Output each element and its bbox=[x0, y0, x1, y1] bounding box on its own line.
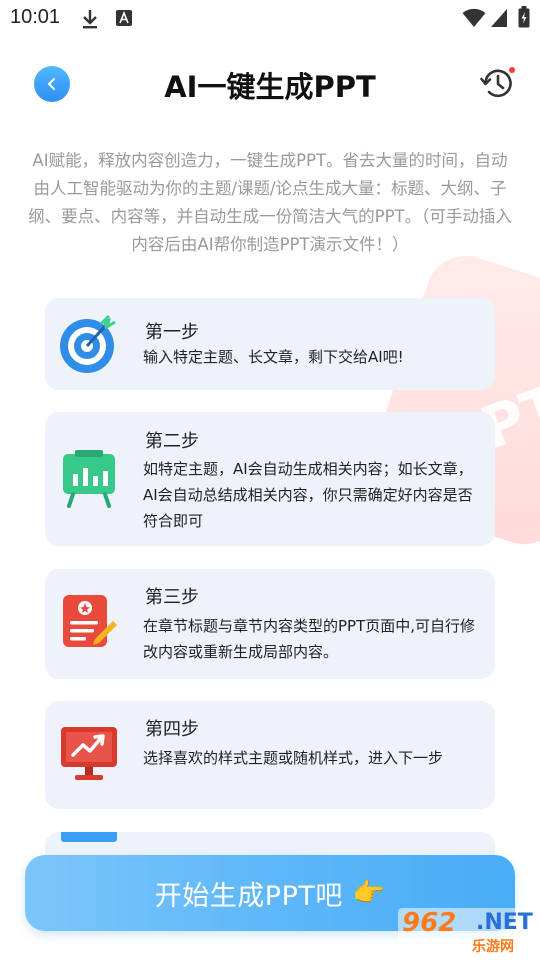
step-description: 如特定主题，AI会自动生成相关内容；如长文章，AI会自动总结成相关内容，你只需确… bbox=[143, 460, 473, 530]
watermark-logo: 962 .NET 乐游网 bbox=[398, 908, 538, 958]
step-title: 第三步 bbox=[145, 587, 199, 608]
status-time: 10:01 bbox=[10, 6, 61, 28]
page-title: AI一键生成PPT bbox=[164, 70, 376, 104]
step-card-4[interactable]: 第四步 选择喜欢的样式主题或随机样式，进入下一步 bbox=[45, 701, 495, 809]
start-button-label: 开始生成PPT吧 bbox=[154, 880, 343, 912]
step-card-3[interactable]: 第三步 在章节标题与章节内容类型的PPT页面中,可自行修改内容或重新生成局部内容… bbox=[45, 569, 495, 679]
target-icon bbox=[60, 314, 116, 373]
step-icon-partial bbox=[61, 832, 117, 842]
download-icon bbox=[83, 10, 97, 29]
step-title: 第一步 bbox=[145, 322, 199, 343]
wifi-icon bbox=[462, 8, 486, 27]
font-a-icon bbox=[116, 10, 132, 26]
status-bar: 10:01 bbox=[0, 0, 540, 36]
step-description: 选择喜欢的样式主题或随机样式，进入下一步 bbox=[143, 749, 444, 767]
edit-document-icon bbox=[63, 595, 117, 647]
step-card-1[interactable]: 第一步 输入特定主题、长文章，剩下交给AI吧! bbox=[45, 298, 495, 390]
step-description: 输入特定主题、长文章，剩下交给AI吧! bbox=[143, 348, 404, 366]
watermark-number: 962 bbox=[402, 908, 457, 938]
battery-icon bbox=[518, 6, 530, 28]
step-description: 在章节标题与章节内容类型的PPT页面中,可自行修改内容或重新生成局部内容。 bbox=[143, 617, 476, 661]
watermark-cn: 乐游网 bbox=[472, 939, 514, 955]
watermark-net: .NET bbox=[476, 910, 533, 935]
notification-dot bbox=[509, 67, 515, 73]
signal-icon bbox=[491, 9, 507, 27]
monitor-chart-icon bbox=[61, 727, 117, 780]
step-title: 第四步 bbox=[145, 719, 199, 740]
presentation-board-icon bbox=[63, 450, 115, 508]
pointing-hand-icon: 👉 bbox=[352, 878, 386, 908]
step-card-2[interactable]: 第二步 如特定主题，AI会自动生成相关内容；如长文章，AI会自动总结成相关内容，… bbox=[45, 412, 495, 546]
intro-description: AI赋能，释放内容创造力，一键生成PPT。省去大量的时间，自动由人工智能驱动为你… bbox=[28, 151, 512, 254]
step-title: 第二步 bbox=[145, 431, 199, 452]
history-button[interactable] bbox=[479, 65, 517, 103]
app-screen: 10:01 PPT AI一键生成PPT bbox=[0, 0, 540, 960]
